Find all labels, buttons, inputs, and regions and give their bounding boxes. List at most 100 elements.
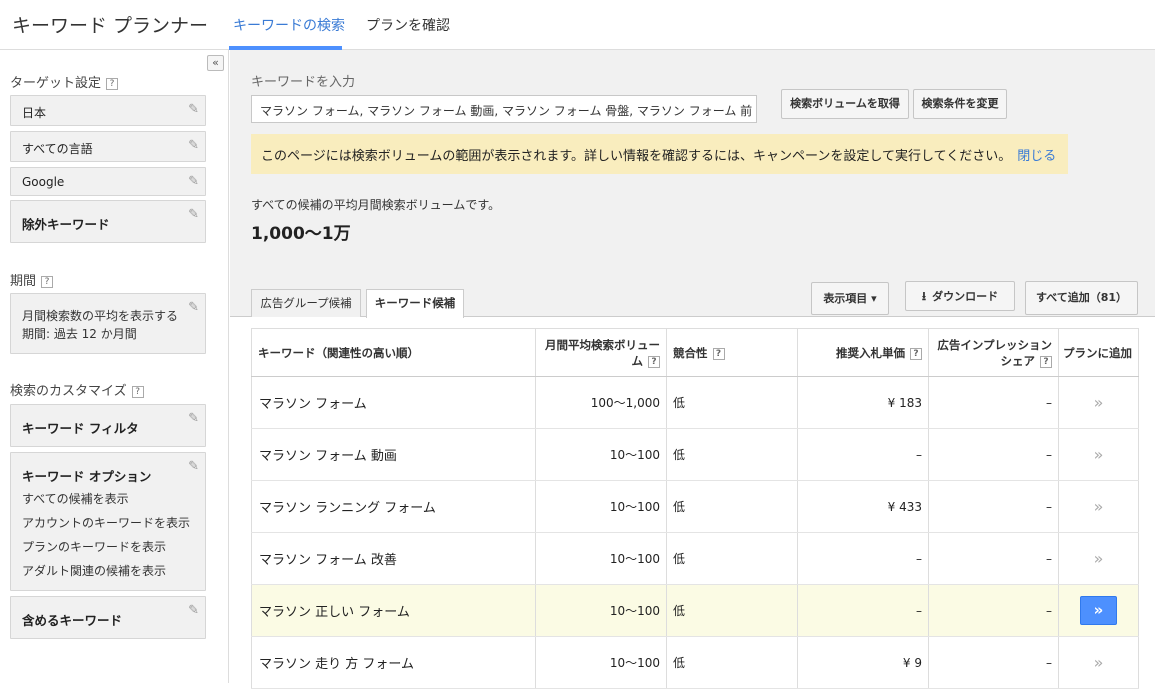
keyword-cell: マラソン フォーム 動画: [251, 428, 536, 481]
col-header-bid[interactable]: 推奨入札単価?: [797, 328, 929, 377]
change-criteria-button[interactable]: 検索条件を変更: [913, 89, 1007, 119]
competition-cell: 低: [666, 428, 798, 481]
keyword-filter-label: キーワード フィルタ: [22, 421, 139, 436]
share-cell: –: [928, 584, 1059, 637]
keyword-cell: マラソン フォーム 改善: [251, 532, 536, 585]
keyword-input[interactable]: マラソン フォーム, マラソン フォーム 動画, マラソン フォーム 骨盤, マ…: [251, 95, 757, 123]
sidebar-item-keyword-options[interactable]: キーワード オプション すべての候補を表示 アカウントのキーワードを表示 プラン…: [10, 452, 206, 591]
add-to-plan-button[interactable]: »: [1080, 596, 1117, 625]
add-to-plan-button[interactable]: »: [1058, 532, 1139, 585]
pencil-icon[interactable]: ✎: [188, 138, 199, 153]
target-settings-label: ターゲット設定: [10, 76, 102, 91]
download-button[interactable]: ⭳ ダウンロード: [905, 281, 1015, 311]
keyword-cell: マラソン ランニング フォーム: [251, 480, 536, 533]
notice-close-link[interactable]: 閉じる: [1017, 149, 1056, 164]
sidebar-item-network[interactable]: Google ✎: [10, 167, 206, 196]
pencil-icon[interactable]: ✎: [188, 411, 199, 426]
add-to-plan-cell: »: [1058, 584, 1139, 637]
keyword-option-line: アダルト関連の候補を表示: [22, 564, 167, 578]
volume-cell: 10～100: [535, 532, 667, 585]
keyword-options-title: キーワード オプション: [22, 469, 152, 484]
keyword-ideas-table: キーワード（関連性の高い順） 月間平均検索ボリューム? 競合性? 推奨入札単価?…: [251, 328, 1139, 689]
help-icon[interactable]: ?: [712, 347, 725, 360]
bid-cell: ¥ 9: [797, 636, 929, 689]
competition-cell: 低: [666, 636, 798, 689]
col-header-add-to-plan: プランに追加: [1058, 328, 1139, 377]
columns-dropdown-button[interactable]: 表示項目 ▾: [811, 282, 889, 315]
keyword-cell: マラソン 正しい フォーム: [251, 584, 536, 637]
pencil-icon[interactable]: ✎: [188, 207, 199, 222]
negative-keywords-label: 除外キーワード: [22, 217, 110, 232]
bid-cell: ¥ 433: [797, 480, 929, 533]
customize-label: 検索のカスタマイズ: [10, 384, 127, 399]
top-header: キーワード プランナー キーワードの検索 プランを確認: [0, 0, 1155, 50]
bid-cell: –: [797, 584, 929, 637]
share-cell: –: [928, 636, 1059, 689]
keyword-option-line: プランのキーワードを表示: [22, 540, 167, 554]
help-icon[interactable]: ?: [131, 386, 144, 398]
keyword-input-label: キーワードを入力: [251, 75, 356, 90]
col-header-volume[interactable]: 月間平均検索ボリューム?: [535, 328, 667, 377]
help-icon[interactable]: ?: [106, 78, 119, 90]
tab-keyword-ideas[interactable]: キーワード候補: [366, 289, 464, 318]
keyword-option-line: アカウントのキーワードを表示: [22, 516, 191, 530]
share-cell: –: [928, 532, 1059, 585]
sidebar-item-keyword-filter[interactable]: キーワード フィルタ ✎: [10, 404, 206, 447]
period-line-1: 月間検索数の平均を表示する: [22, 309, 179, 323]
sidebar-item-language[interactable]: すべての言語 ✎: [10, 131, 206, 162]
sidebar-item-negative-keywords[interactable]: 除外キーワード ✎: [10, 200, 206, 243]
volume-cell: 10～100: [535, 584, 667, 637]
download-label: ダウンロード: [932, 290, 999, 303]
col-header-add-label: プランに追加: [1063, 345, 1132, 360]
col-header-competition-label: 競合性: [673, 345, 708, 360]
keyword-cell: マラソン フォーム: [251, 376, 536, 429]
competition-cell: 低: [666, 584, 798, 637]
volume-cell: 10～100: [535, 428, 667, 481]
help-icon[interactable]: ?: [41, 276, 54, 288]
customize-heading: 検索のカスタマイズ?: [10, 380, 144, 399]
target-settings-heading: ターゲット設定?: [10, 72, 119, 91]
sidebar-item-period[interactable]: 月間検索数の平均を表示する 期間: 過去 12 か月間 ✎: [10, 293, 206, 354]
bid-cell: –: [797, 428, 929, 481]
table-row: マラソン ランニング フォーム 10～100 低 ¥ 433 – »: [251, 480, 1139, 533]
tab-ad-group-ideas[interactable]: 広告グループ候補: [251, 289, 361, 317]
share-cell: –: [928, 376, 1059, 429]
add-to-plan-button[interactable]: »: [1058, 636, 1139, 689]
pencil-icon[interactable]: ✎: [188, 102, 199, 117]
col-header-competition[interactable]: 競合性?: [666, 328, 798, 377]
volume-cell: 10～100: [535, 636, 667, 689]
add-to-plan-button[interactable]: »: [1058, 376, 1139, 429]
help-icon[interactable]: ?: [1040, 355, 1052, 368]
tab-review-plan[interactable]: プランを確認: [366, 15, 450, 35]
table-row: マラソン フォーム 100～1,000 低 ¥ 183 – »: [251, 376, 1139, 429]
add-all-button[interactable]: すべて追加（81）: [1025, 281, 1138, 315]
bid-cell: –: [797, 532, 929, 585]
add-to-plan-button[interactable]: »: [1058, 480, 1139, 533]
sidebar-item-include-keywords[interactable]: 含めるキーワード ✎: [10, 596, 206, 639]
pencil-icon[interactable]: ✎: [188, 300, 199, 315]
col-header-keyword[interactable]: キーワード（関連性の高い順）: [251, 328, 536, 377]
collapse-sidebar-button[interactable]: «: [207, 55, 224, 71]
col-header-impression-share[interactable]: 広告インプレッション シェア?: [928, 328, 1059, 377]
period-heading: 期間?: [10, 270, 54, 289]
pencil-icon[interactable]: ✎: [188, 603, 199, 618]
table-row: マラソン フォーム 動画 10～100 低 – – »: [251, 428, 1139, 481]
period-line-2: 期間: 過去 12 か月間: [22, 327, 137, 341]
col-header-volume-line1: 月間平均検索ボリュー: [545, 337, 660, 352]
sidebar-item-location[interactable]: 日本 ✎: [10, 95, 206, 126]
help-icon[interactable]: ?: [910, 347, 922, 360]
table-row: マラソン フォーム 改善 10～100 低 – – »: [251, 532, 1139, 585]
network-label: Google: [22, 175, 65, 189]
pencil-icon[interactable]: ✎: [188, 174, 199, 189]
pencil-icon[interactable]: ✎: [188, 459, 199, 474]
tab-keyword-search[interactable]: キーワードの検索: [233, 15, 345, 35]
volume-cell: 100～1,000: [535, 376, 667, 429]
col-header-volume-line2: ム: [631, 353, 644, 368]
competition-cell: 低: [666, 532, 798, 585]
competition-cell: 低: [666, 480, 798, 533]
col-header-share-line2: シェア: [1000, 353, 1036, 368]
help-icon[interactable]: ?: [648, 355, 660, 368]
volume-cell: 10～100: [535, 480, 667, 533]
get-search-volume-button[interactable]: 検索ボリュームを取得: [781, 89, 909, 119]
add-to-plan-button[interactable]: »: [1058, 428, 1139, 481]
